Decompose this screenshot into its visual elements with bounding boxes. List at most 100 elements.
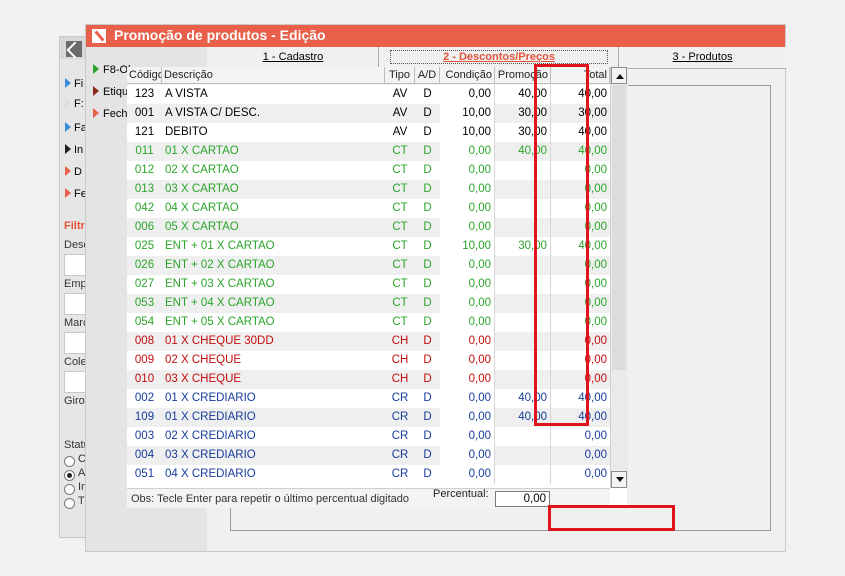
- payment-conditions-grid[interactable]: Código Descrição Tipo A/D Condição Promoção To…: [127, 67, 628, 508]
- tipo-cell[interactable]: CR: [385, 446, 415, 465]
- codigo-cell[interactable]: 123: [127, 85, 162, 104]
- status-radio[interactable]: [64, 484, 75, 495]
- background-menu-item[interactable]: Fi: [65, 78, 83, 90]
- total-cell[interactable]: 40,00: [551, 123, 610, 142]
- column-header[interactable]: A/D: [415, 67, 440, 84]
- table-row[interactable]: 025 ENT + 01 X CARTAO CT D 10,00 30,00 40,00: [127, 237, 610, 256]
- table-row[interactable]: 004 03 X CREDIARIO CR D 0,00 0,00: [127, 446, 610, 465]
- tipo-cell[interactable]: CT: [385, 313, 415, 332]
- promocao-cell[interactable]: 30,00: [495, 104, 551, 123]
- condicao-cell[interactable]: 0,00: [440, 85, 495, 104]
- promocao-cell[interactable]: 30,00: [495, 123, 551, 142]
- tipo-cell[interactable]: CT: [385, 142, 415, 161]
- ad-cell[interactable]: D: [415, 237, 440, 256]
- scroll-down-arrow-icon[interactable]: [611, 471, 627, 488]
- table-row[interactable]: 042 04 X CARTAO CT D 0,00 0,00: [127, 199, 610, 218]
- condicao-cell[interactable]: 0,00: [440, 351, 495, 370]
- grid-scrollbar[interactable]: [610, 67, 628, 488]
- tab-descontos-precos[interactable]: 2 - Descontos/Preços: [378, 47, 620, 68]
- ad-cell[interactable]: D: [415, 313, 440, 332]
- promocao-cell[interactable]: [495, 427, 551, 446]
- condicao-cell[interactable]: 10,00: [440, 237, 495, 256]
- ad-cell[interactable]: D: [415, 408, 440, 427]
- ad-cell[interactable]: D: [415, 199, 440, 218]
- tipo-cell[interactable]: CR: [385, 389, 415, 408]
- tipo-cell[interactable]: AV: [385, 123, 415, 142]
- column-header[interactable]: Promoção: [495, 67, 551, 84]
- background-menu-item[interactable]: Fe: [65, 188, 87, 200]
- tipo-cell[interactable]: CR: [385, 465, 415, 484]
- descricao-cell[interactable]: 03 X CREDIARIO: [162, 446, 385, 465]
- tipo-cell[interactable]: CH: [385, 332, 415, 351]
- codigo-cell[interactable]: 054: [127, 313, 162, 332]
- condicao-cell[interactable]: 0,00: [440, 218, 495, 237]
- window-titlebar[interactable]: Promoção de produtos - Edição: [86, 25, 785, 47]
- descricao-cell[interactable]: 03 X CHEQUE: [162, 370, 385, 389]
- condicao-cell[interactable]: 10,00: [440, 123, 495, 142]
- total-cell[interactable]: 0,00: [551, 218, 610, 237]
- total-cell[interactable]: 40,00: [551, 389, 610, 408]
- table-row[interactable]: 121 DEBITO AV D 10,00 30,00 40,00: [127, 123, 610, 142]
- total-cell[interactable]: 0,00: [551, 332, 610, 351]
- table-row[interactable]: 011 01 X CARTAO CT D 0,00 40,00 40,00: [127, 142, 610, 161]
- condicao-cell[interactable]: 0,00: [440, 465, 495, 484]
- descricao-cell[interactable]: 01 X CHEQUE 30DD: [162, 332, 385, 351]
- codigo-cell[interactable]: 109: [127, 408, 162, 427]
- column-header[interactable]: Descrição: [162, 67, 385, 84]
- descricao-cell[interactable]: 02 X CREDIARIO: [162, 427, 385, 446]
- tipo-cell[interactable]: CT: [385, 275, 415, 294]
- promocao-cell[interactable]: 40,00: [495, 85, 551, 104]
- percentual-input[interactable]: 0,00: [495, 491, 550, 507]
- promocao-cell[interactable]: [495, 199, 551, 218]
- total-cell[interactable]: 40,00: [551, 85, 610, 104]
- ad-cell[interactable]: D: [415, 256, 440, 275]
- descricao-cell[interactable]: ENT + 05 X CARTAO: [162, 313, 385, 332]
- descricao-cell[interactable]: 02 X CHEQUE: [162, 351, 385, 370]
- table-row[interactable]: 109 01 X CREDIARIO CR D 0,00 40,00 40,00: [127, 408, 610, 427]
- descricao-cell[interactable]: A VISTA: [162, 85, 385, 104]
- promocao-cell[interactable]: 40,00: [495, 408, 551, 427]
- background-menu-item[interactable]: In: [65, 144, 83, 156]
- descricao-cell[interactable]: 05 X CARTAO: [162, 218, 385, 237]
- table-row[interactable]: 123 A VISTA AV D 0,00 40,00 40,00: [127, 85, 610, 104]
- ad-cell[interactable]: D: [415, 351, 440, 370]
- descricao-cell[interactable]: DEBITO: [162, 123, 385, 142]
- promocao-cell[interactable]: [495, 370, 551, 389]
- total-cell[interactable]: 0,00: [551, 427, 610, 446]
- promocao-cell[interactable]: [495, 180, 551, 199]
- tab-cadastro[interactable]: 1 - Cadastro: [208, 47, 378, 69]
- condicao-cell[interactable]: 0,00: [440, 256, 495, 275]
- descricao-cell[interactable]: ENT + 03 X CARTAO: [162, 275, 385, 294]
- condicao-cell[interactable]: 0,00: [440, 180, 495, 199]
- status-radio[interactable]: [64, 498, 75, 509]
- tipo-cell[interactable]: CT: [385, 161, 415, 180]
- total-cell[interactable]: 0,00: [551, 180, 610, 199]
- ad-cell[interactable]: D: [415, 161, 440, 180]
- tipo-cell[interactable]: CR: [385, 427, 415, 446]
- scroll-thumb[interactable]: [612, 85, 626, 370]
- ad-cell[interactable]: D: [415, 332, 440, 351]
- condicao-cell[interactable]: 10,00: [440, 104, 495, 123]
- promocao-cell[interactable]: [495, 465, 551, 484]
- ad-cell[interactable]: D: [415, 123, 440, 142]
- total-cell[interactable]: 0,00: [551, 199, 610, 218]
- descricao-cell[interactable]: 01 X CARTAO: [162, 142, 385, 161]
- condicao-cell[interactable]: 0,00: [440, 161, 495, 180]
- tipo-cell[interactable]: CH: [385, 351, 415, 370]
- ad-cell[interactable]: D: [415, 427, 440, 446]
- condicao-cell[interactable]: 0,00: [440, 332, 495, 351]
- codigo-cell[interactable]: 013: [127, 180, 162, 199]
- descricao-cell[interactable]: 01 X CREDIARIO: [162, 389, 385, 408]
- table-row[interactable]: 012 02 X CARTAO CT D 0,00 0,00: [127, 161, 610, 180]
- ad-cell[interactable]: D: [415, 389, 440, 408]
- promocao-cell[interactable]: [495, 294, 551, 313]
- condicao-cell[interactable]: 0,00: [440, 294, 495, 313]
- condicao-cell[interactable]: 0,00: [440, 313, 495, 332]
- total-cell[interactable]: 0,00: [551, 465, 610, 484]
- condicao-cell[interactable]: 0,00: [440, 446, 495, 465]
- codigo-cell[interactable]: 042: [127, 199, 162, 218]
- descricao-cell[interactable]: ENT + 02 X CARTAO: [162, 256, 385, 275]
- total-cell[interactable]: 0,00: [551, 161, 610, 180]
- total-cell[interactable]: 0,00: [551, 313, 610, 332]
- status-radio[interactable]: [64, 456, 75, 467]
